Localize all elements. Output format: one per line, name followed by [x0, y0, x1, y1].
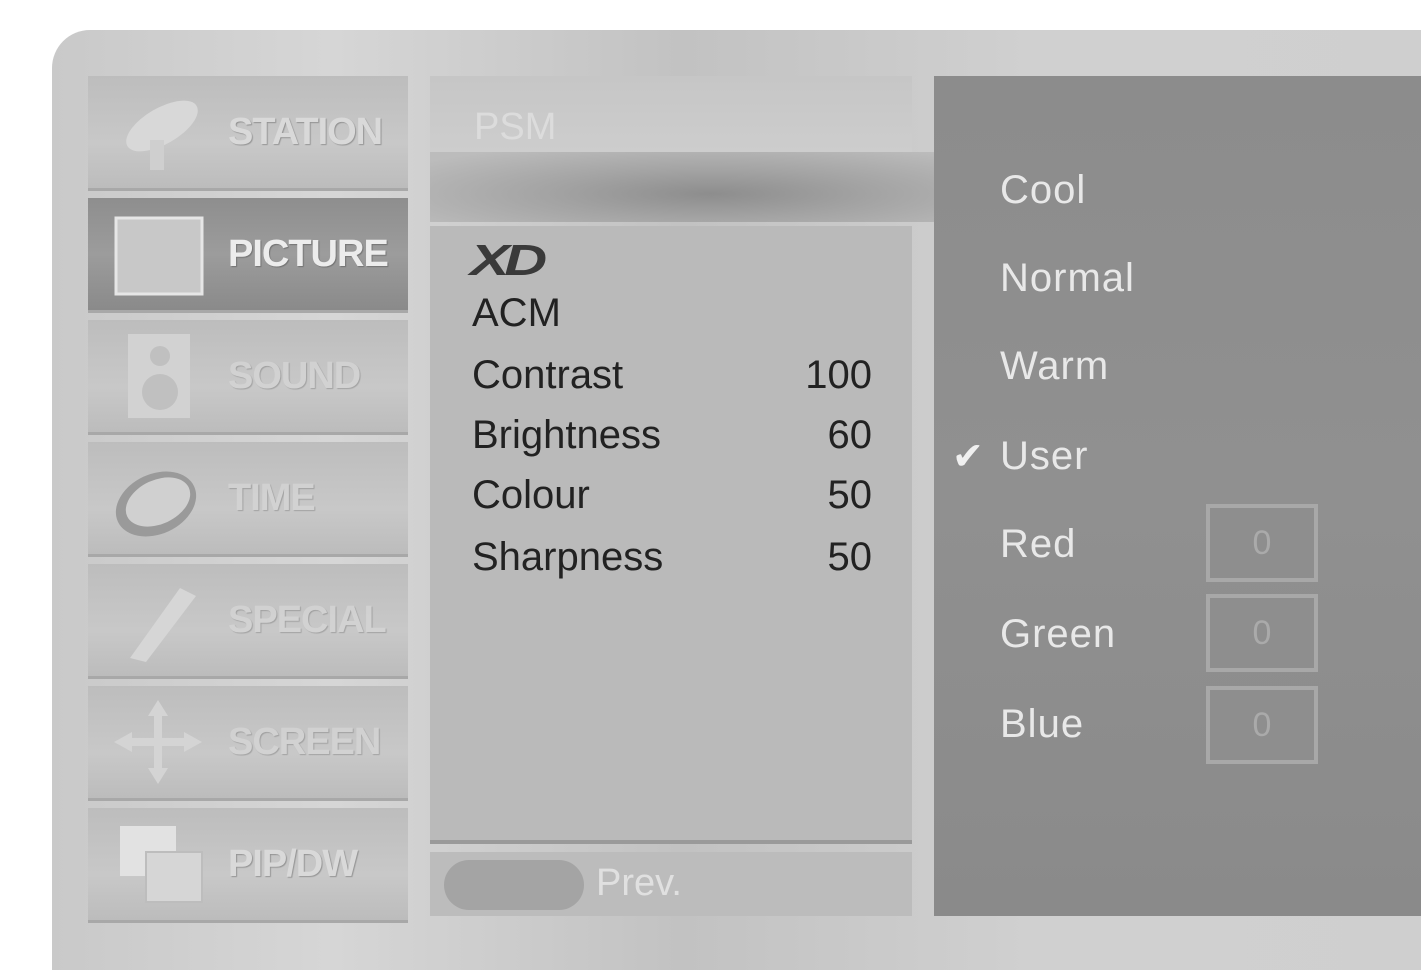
check-icon: ✔ [952, 436, 984, 478]
move-arrows-icon [114, 700, 202, 784]
prev-bar: Prev. [430, 852, 912, 916]
menu-row-contrast[interactable]: Contrast 100 [472, 350, 872, 400]
green-value-box[interactable]: 0 [1206, 594, 1318, 672]
selected-item-highlight[interactable] [430, 152, 940, 222]
satellite-dish-icon [126, 100, 198, 170]
menu-row-value: 50 [827, 472, 873, 517]
sidebar-item-time[interactable]: TIME [88, 442, 408, 557]
prev-label: Prev. [596, 862, 682, 904]
rgb-label-blue: Blue [1000, 702, 1085, 746]
psm-label: PSM [474, 106, 557, 148]
picture-settings-list: XD ACM Contrast 100 Brightness 60 Colour… [430, 226, 912, 844]
prev-button[interactable] [444, 860, 584, 910]
menu-row-label: Sharpness [472, 534, 664, 579]
menu-row-value: 100 [805, 352, 872, 397]
sidebar-item-screen[interactable]: SCREEN [88, 686, 408, 801]
speaker-icon [128, 334, 190, 418]
main-menu-sidebar: STATION PICTURE SOUND TIME SPECIAL SCREE… [88, 76, 410, 923]
sidebar-item-label: SPECIAL [228, 598, 387, 641]
sidebar-item-label: PICTURE [228, 232, 389, 275]
blue-value-box[interactable]: 0 [1206, 686, 1318, 764]
rgb-label-red: Red [1000, 522, 1077, 566]
option-user[interactable]: User [1000, 434, 1088, 479]
sidebar-item-label: SCREEN [228, 720, 381, 763]
menu-row-value: 50 [827, 534, 873, 579]
menu-row-label: Contrast [472, 352, 624, 397]
xd-logo: XD [470, 236, 547, 285]
sidebar-item-sound[interactable]: SOUND [88, 320, 408, 435]
sidebar-item-label: TIME [228, 476, 316, 519]
sidebar-item-pip-dw[interactable]: PIP/DW [88, 808, 408, 923]
psm-menu-item[interactable]: PSM [430, 76, 912, 152]
multi-window-icon [120, 826, 203, 903]
sidebar-item-special[interactable]: SPECIAL [88, 564, 408, 679]
clock-icon [115, 471, 197, 537]
wrench-icon [130, 588, 196, 662]
menu-row-brightness[interactable]: Brightness 60 [472, 410, 872, 460]
sidebar-item-label: STATION [228, 110, 383, 153]
menu-row-label: Colour [472, 472, 590, 517]
sidebar-item-label: SOUND [228, 354, 361, 397]
sidebar-item-label: PIP/DW [228, 842, 358, 885]
menu-row-acm[interactable]: ACM [472, 288, 872, 338]
menu-row-sharpness[interactable]: Sharpness 50 [472, 532, 872, 582]
rgb-label-green: Green [1000, 612, 1117, 656]
option-warm[interactable]: Warm [1000, 344, 1109, 389]
sidebar-item-station[interactable]: STATION [88, 76, 408, 191]
option-normal[interactable]: Normal [1000, 256, 1135, 301]
menu-row-label: ACM [472, 290, 561, 335]
colour-temperature-panel: Cool Normal Warm ✔ User Red 0 Green 0 Bl… [934, 76, 1421, 916]
menu-row-colour[interactable]: Colour 50 [472, 470, 872, 520]
option-cool[interactable]: Cool [1000, 168, 1086, 213]
menu-row-value: 60 [827, 412, 873, 457]
picture-frame-icon [114, 216, 204, 296]
picture-submenu: PSM XD ACM Contrast 100 Brightness 60 Co… [430, 76, 940, 916]
red-value-box[interactable]: 0 [1206, 504, 1318, 582]
menu-row-label: Brightness [472, 412, 661, 457]
sidebar-item-picture[interactable]: PICTURE [88, 198, 408, 313]
